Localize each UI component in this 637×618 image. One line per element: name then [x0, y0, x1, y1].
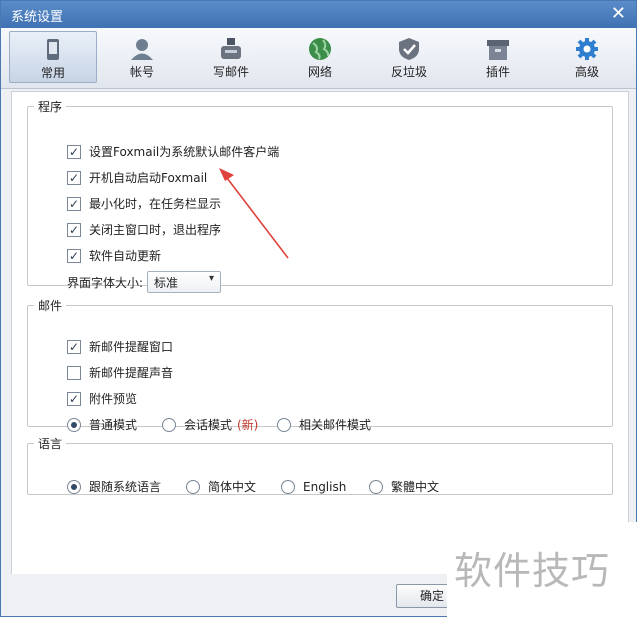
- settings-window: 系统设置 ✕ 常用 帐号 写邮件 网络 反垃圾 插件 高级 程序 ✓ 设置Fox…: [0, 0, 637, 618]
- watermark-text: 软件技巧: [454, 549, 611, 593]
- watermark: 软件技巧: [447, 522, 637, 618]
